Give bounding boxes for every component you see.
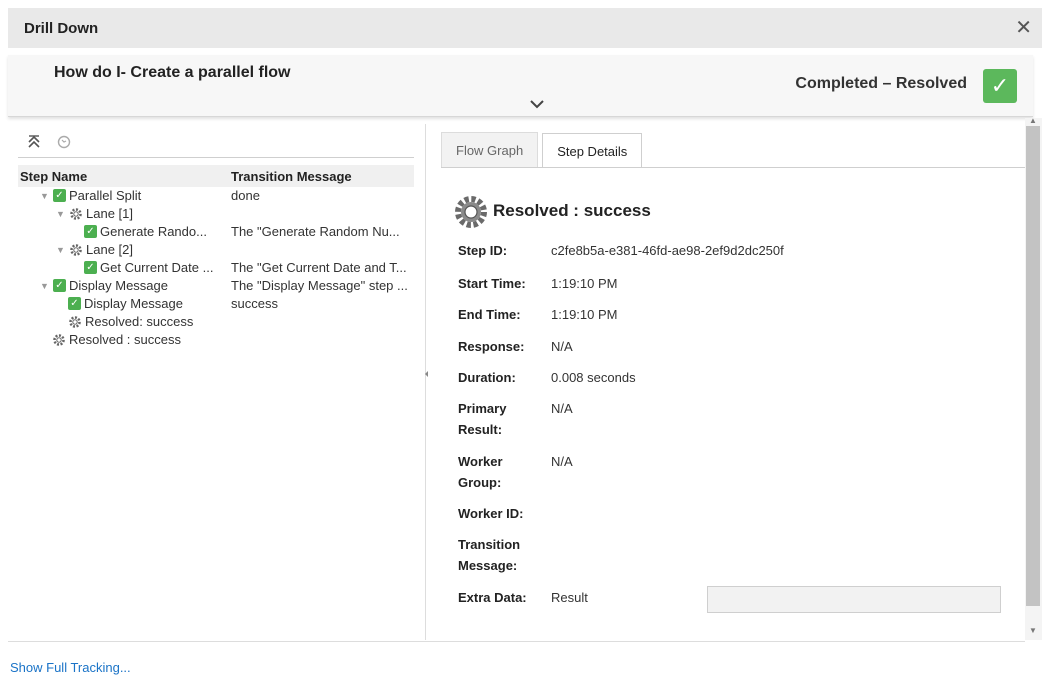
step-tree: ▼ ✓ Parallel Split done ▼ Lane [1] ✓ Gen… (18, 188, 414, 350)
dialog-title-bar: Drill Down ✕ (8, 8, 1042, 48)
gear-icon (53, 333, 65, 346)
expand-triangle-icon[interactable]: ▼ (40, 191, 50, 201)
scroll-down-icon[interactable]: ▼ (1029, 626, 1037, 635)
details-tabs: Flow Graph Step Details (441, 132, 643, 168)
tab-flow-graph[interactable]: Flow Graph (441, 132, 539, 167)
end-time-label: End Time: (458, 307, 521, 322)
check-icon: ✓ (84, 225, 97, 238)
primary-result-value: N/A (551, 401, 573, 416)
transition-message: done (231, 188, 260, 203)
check-icon: ✓ (53, 279, 66, 292)
tree-row[interactable]: ✓ Get Current Date ... The "Get Current … (18, 260, 414, 278)
step-name: Parallel Split (69, 188, 142, 203)
transition-message-label: Transition Message: (458, 537, 521, 573)
tree-row[interactable]: ✓ Generate Rando... The "Generate Random… (18, 224, 414, 242)
step-result-title: Resolved : success (493, 201, 651, 220)
flow-summary-header: How do I- Create a parallel flow Complet… (8, 55, 1033, 117)
step-name: Display Message (84, 296, 183, 311)
tree-row[interactable]: Resolved: success (18, 314, 414, 332)
worker-id-label: Worker ID: (458, 506, 524, 521)
response-value: N/A (551, 339, 573, 354)
check-icon: ✓ (68, 297, 81, 310)
gear-icon (69, 315, 81, 328)
extra-data-label: Extra Data: (458, 590, 527, 605)
tree-row[interactable]: Resolved : success (18, 332, 414, 350)
extra-data-value-field[interactable] (707, 586, 1001, 613)
step-id-label: Step ID: (458, 243, 508, 258)
expand-triangle-icon[interactable]: ▼ (40, 281, 50, 291)
step-tree-pane: Step Name Transition Message ▼ ✓ Paralle… (8, 124, 426, 640)
step-name: Display Message (69, 278, 168, 293)
tab-step-details[interactable]: Step Details (542, 133, 643, 168)
extra-data-key: Result (551, 590, 588, 605)
tree-header: Step Name Transition Message (18, 165, 414, 187)
tree-row[interactable]: ✓ Display Message success (18, 296, 414, 314)
step-name: Resolved: success (85, 314, 194, 329)
collapse-all-icon[interactable] (26, 134, 42, 150)
duration-label: Duration: (458, 370, 516, 385)
gear-icon (455, 196, 487, 228)
primary-result-label: Primary Result: (458, 401, 507, 437)
expand-triangle-icon[interactable]: ▼ (56, 245, 66, 255)
transition-message: The "Get Current Date and T... (231, 260, 407, 275)
end-time-value: 1:19:10 PM (551, 307, 618, 322)
gear-icon (70, 207, 82, 220)
scroll-up-icon[interactable]: ▲ (1029, 116, 1037, 125)
start-time-value: 1:19:10 PM (551, 276, 618, 291)
step-name: Resolved : success (69, 332, 181, 347)
refresh-icon[interactable] (56, 134, 72, 150)
step-name: Get Current Date ... (100, 260, 214, 275)
flow-name: How do I- Create a parallel flow (54, 64, 291, 81)
tree-row[interactable]: ▼ ✓ Parallel Split done (18, 188, 414, 206)
step-name: Lane [2] (86, 242, 133, 257)
step-details-pane: Flow Graph Step Details Resolved : succe… (431, 118, 1025, 640)
close-icon[interactable]: ✕ (1015, 18, 1032, 38)
start-time-label: Start Time: (458, 276, 526, 291)
step-id-value: c2fe8b5a-e381-46fd-ae98-2ef9d2dc250f (551, 243, 784, 258)
transition-message: success (231, 296, 278, 311)
worker-group-value: N/A (551, 454, 573, 469)
tree-row[interactable]: ▼ Lane [1] (18, 206, 414, 224)
gear-icon (70, 243, 82, 256)
details-scrollbar[interactable]: ▲ ▼ (1025, 116, 1042, 640)
step-name: Generate Rando... (100, 224, 207, 239)
show-full-tracking-link[interactable]: Show Full Tracking... (10, 660, 131, 675)
chevron-down-icon[interactable] (528, 95, 546, 113)
transition-message: The "Display Message" step ... (231, 278, 408, 293)
column-transition-message[interactable]: Transition Message (231, 169, 352, 184)
response-label: Response: (458, 339, 525, 354)
expand-triangle-icon[interactable]: ▼ (56, 209, 66, 219)
status-check-icon: ✓ (983, 69, 1017, 103)
check-icon: ✓ (53, 189, 66, 202)
step-name: Lane [1] (86, 206, 133, 221)
scrollbar-thumb[interactable] (1026, 126, 1040, 606)
column-step-name[interactable]: Step Name (20, 169, 87, 184)
pane-splitter-handle[interactable] (424, 365, 430, 383)
check-icon: ✓ (84, 261, 97, 274)
tree-row[interactable]: ▼ ✓ Display Message The "Display Message… (18, 278, 414, 296)
duration-value: 0.008 seconds (551, 370, 636, 385)
transition-message: The "Generate Random Nu... (231, 224, 400, 239)
tree-row[interactable]: ▼ Lane [2] (18, 242, 414, 260)
run-status: Completed – Resolved (795, 75, 967, 92)
worker-group-label: Worker Group: (458, 454, 503, 490)
dialog-title: Drill Down (24, 19, 99, 37)
